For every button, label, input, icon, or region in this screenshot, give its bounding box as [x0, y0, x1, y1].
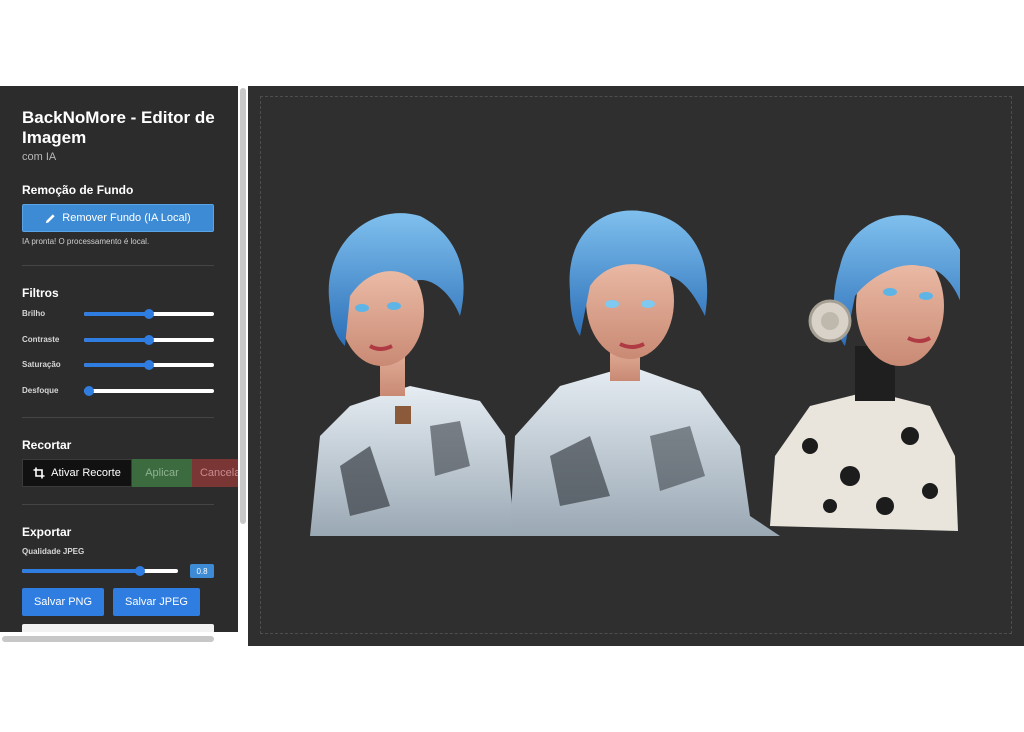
app-subtitle: com IA [22, 151, 57, 163]
slider-handle[interactable] [144, 335, 154, 345]
remove-background-label: Remover Fundo (IA Local) [62, 212, 191, 224]
figure-right [770, 215, 960, 531]
activate-crop-label: Ativar Recorte [51, 467, 121, 479]
slider-fill [84, 338, 149, 342]
section-title-filters: Filtros [22, 286, 59, 300]
crop-icon [33, 467, 45, 479]
section-title-crop: Recortar [22, 438, 72, 452]
save-png-button[interactable]: Salvar PNG [22, 588, 104, 616]
slider-label: Brilho [22, 309, 46, 318]
app-title: BackNoMore - Editor de Imagem [22, 108, 215, 147]
slider-track[interactable] [22, 566, 178, 576]
scrollbar-thumb[interactable] [2, 636, 214, 642]
horizontal-scrollbar[interactable] [0, 632, 238, 646]
filter-slider-blur[interactable]: Desfoque [22, 384, 214, 398]
slider-track[interactable] [84, 360, 214, 370]
jpeg-quality-value: 0.8 [190, 564, 214, 578]
figure-left [310, 213, 515, 536]
slider-label: Contraste [22, 335, 60, 344]
slider-fill [84, 312, 149, 316]
divider [22, 417, 214, 418]
scrollbar-thumb[interactable] [240, 88, 246, 524]
image-preview[interactable] [310, 206, 960, 536]
filter-slider-brightness[interactable]: Brilho [22, 307, 214, 321]
jpeg-quality-label: Qualidade JPEG [22, 547, 85, 556]
sidebar: BackNoMore - Editor de Imagem com IA Rem… [0, 86, 238, 646]
app-window: BackNoMore - Editor de Imagem com IA Rem… [0, 86, 1024, 646]
canvas-area [248, 86, 1024, 646]
slider-handle[interactable] [144, 360, 154, 370]
slider-label: Desfoque [22, 386, 59, 395]
section-title-background-removal: Remoção de Fundo [22, 183, 134, 197]
filter-slider-saturation[interactable]: Saturação [22, 358, 214, 372]
slider-fill [22, 569, 140, 573]
slider-track[interactable] [84, 386, 214, 396]
divider [22, 504, 214, 505]
cancel-crop-button[interactable]: Cancelar [192, 459, 238, 487]
filter-slider-contrast[interactable]: Contraste [22, 333, 214, 347]
slider-track[interactable] [84, 335, 214, 345]
slider-track[interactable] [84, 309, 214, 319]
save-jpeg-button[interactable]: Salvar JPEG [113, 588, 200, 616]
slider-handle[interactable] [84, 386, 94, 396]
divider [22, 265, 214, 266]
slider-handle[interactable] [144, 309, 154, 319]
slider-label: Saturação [22, 360, 61, 369]
remove-background-button[interactable]: Remover Fundo (IA Local) [22, 204, 214, 232]
slider-fill [84, 363, 149, 367]
activate-crop-button[interactable]: Ativar Recorte [22, 459, 132, 487]
section-title-export: Exportar [22, 525, 72, 539]
vertical-scrollbar[interactable] [238, 86, 248, 646]
pencil-icon [45, 213, 56, 224]
apply-crop-button[interactable]: Aplicar [132, 459, 192, 487]
slider-handle[interactable] [135, 566, 145, 576]
jpeg-quality-slider[interactable] [22, 564, 178, 578]
figure-center [510, 210, 780, 536]
ai-status-text: IA pronta! O processamento é local. [22, 237, 150, 246]
